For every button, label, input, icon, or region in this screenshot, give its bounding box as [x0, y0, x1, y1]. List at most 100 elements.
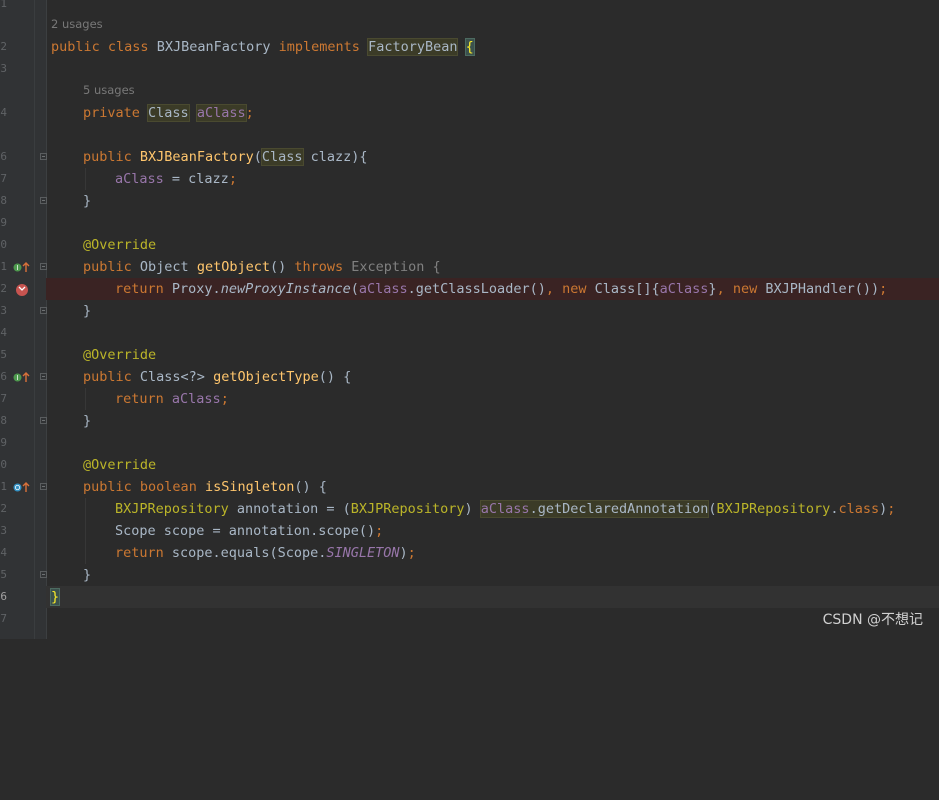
line-number: 9: [0, 436, 7, 449]
usages-hint[interactable]: 2 usages: [51, 17, 103, 31]
fold-toggle[interactable]: [40, 307, 47, 314]
code-line: private Class aClass;: [51, 102, 939, 124]
fold-toggle[interactable]: [40, 197, 47, 204]
line-number: 5: [0, 568, 7, 581]
line-number: 7: [0, 172, 7, 185]
code-editor[interactable]: 2 usages public class BXJBeanFactory imp…: [46, 0, 939, 800]
overrides-method-icon[interactable]: O: [13, 482, 31, 496]
code-text: annotation = (: [228, 501, 351, 517]
keyword: return: [115, 545, 164, 561]
method-name: isSingleton: [204, 479, 295, 495]
line-number: 3: [0, 304, 7, 317]
line-number: 1: [0, 260, 7, 273]
field-name: aClass: [358, 281, 408, 297]
code-line: }: [51, 564, 939, 586]
punctuation: }: [708, 281, 717, 297]
watermark: CSDN @不想记: [822, 612, 923, 628]
code-text: Scope scope = annotation.scope(): [115, 523, 376, 539]
fold-toggle[interactable]: [40, 373, 47, 380]
usages-hint[interactable]: 5 usages: [83, 83, 135, 97]
line-number: 0: [0, 458, 7, 471]
line-number: 5: [0, 348, 7, 361]
code-line: return scope.equals(Scope.SINGLETON);: [51, 542, 939, 564]
line-number: 6: [0, 370, 7, 383]
fold-toggle[interactable]: [40, 483, 47, 490]
code-text: Class[]{: [586, 281, 660, 297]
punctuation: () {: [294, 479, 327, 495]
breakpoint-icon[interactable]: [15, 283, 29, 300]
class-name: BXJBeanFactory: [156, 39, 271, 55]
punctuation: () {: [318, 369, 352, 385]
punctuation: ,: [716, 281, 733, 297]
brace: }: [83, 193, 92, 209]
code-line: aClass = clazz;: [51, 168, 939, 190]
code-line: }: [51, 410, 939, 432]
fold-toggle[interactable]: [40, 263, 47, 270]
svg-text:I: I: [16, 374, 18, 382]
line-number: 4: [0, 326, 7, 339]
keyword: private: [83, 105, 140, 121]
code-line: BXJPRepository annotation = (BXJPReposit…: [51, 498, 939, 520]
constant: SINGLETON: [326, 545, 400, 561]
line-number: 2: [0, 282, 7, 295]
gutter-divider: [34, 0, 35, 639]
keyword: class: [107, 39, 149, 55]
keyword: class: [838, 501, 880, 517]
line-number: 1: [0, 0, 7, 10]
annotation-type: BXJPRepository: [350, 501, 465, 517]
keyword: public: [83, 259, 132, 275]
punctuation: ,: [545, 281, 563, 297]
line-number: 2: [0, 502, 7, 515]
code-text: scope.equals(Scope.: [163, 545, 327, 561]
line-number: 9: [0, 216, 7, 229]
implements-method-icon[interactable]: I: [13, 372, 31, 386]
keyword: return: [115, 391, 164, 407]
punctuation: ;: [407, 545, 416, 561]
line-number: 4: [0, 546, 7, 559]
field-name: aClass: [659, 281, 709, 297]
field-name: aClass: [115, 171, 164, 187]
code-text: = clazz: [163, 171, 229, 187]
static-method: newProxyInstance: [220, 281, 351, 297]
punctuation: ;: [879, 281, 888, 297]
code-line: Scope scope = annotation.scope();: [51, 520, 939, 542]
method-name: BXJBeanFactory: [139, 149, 254, 165]
fold-toggle[interactable]: [40, 417, 47, 424]
method-call: .getDeclaredAnnotation: [529, 501, 709, 517]
punctuation: ;: [375, 523, 384, 539]
code-text: .getClassLoader(): [407, 281, 546, 297]
line-number: 0: [0, 238, 7, 251]
annotation: @Override: [83, 347, 157, 363]
punctuation: ;: [887, 501, 896, 517]
code-line: public BXJBeanFactory(Class clazz){: [51, 146, 939, 168]
annotation: @Override: [83, 457, 157, 473]
code-line: @Override: [51, 344, 939, 366]
keyword: implements: [278, 39, 360, 55]
punctuation: ;: [228, 171, 237, 187]
punctuation: ): [399, 545, 408, 561]
keyword: throws: [294, 259, 344, 275]
field-name: aClass: [171, 391, 221, 407]
keyword: public: [83, 479, 132, 495]
fold-toggle[interactable]: [40, 153, 47, 160]
type-name: FactoryBean: [367, 38, 459, 56]
text-cursor: [59, 589, 61, 605]
fold-toggle[interactable]: [40, 571, 47, 578]
code-line: @Override: [51, 454, 939, 476]
code-line: public Class<?> getObjectType() {: [51, 366, 939, 388]
code-line-breakpoint: return Proxy.newProxyInstance(aClass.get…: [46, 278, 939, 300]
line-number: 3: [0, 62, 7, 75]
brace: {: [464, 38, 475, 56]
code-line: @Override: [51, 234, 939, 256]
code-line: public boolean isSingleton() {: [51, 476, 939, 498]
code-line: public class BXJBeanFactory implements F…: [51, 36, 939, 58]
brace: }: [83, 567, 92, 583]
code-line-current: }: [46, 586, 939, 608]
keyword: new: [562, 281, 587, 297]
brace: }: [49, 588, 61, 606]
line-number: 8: [0, 194, 7, 207]
punctuation: (: [708, 501, 717, 517]
exception-type: Exception {: [343, 259, 441, 275]
implements-method-icon[interactable]: I: [13, 262, 31, 276]
svg-text:I: I: [16, 264, 18, 272]
